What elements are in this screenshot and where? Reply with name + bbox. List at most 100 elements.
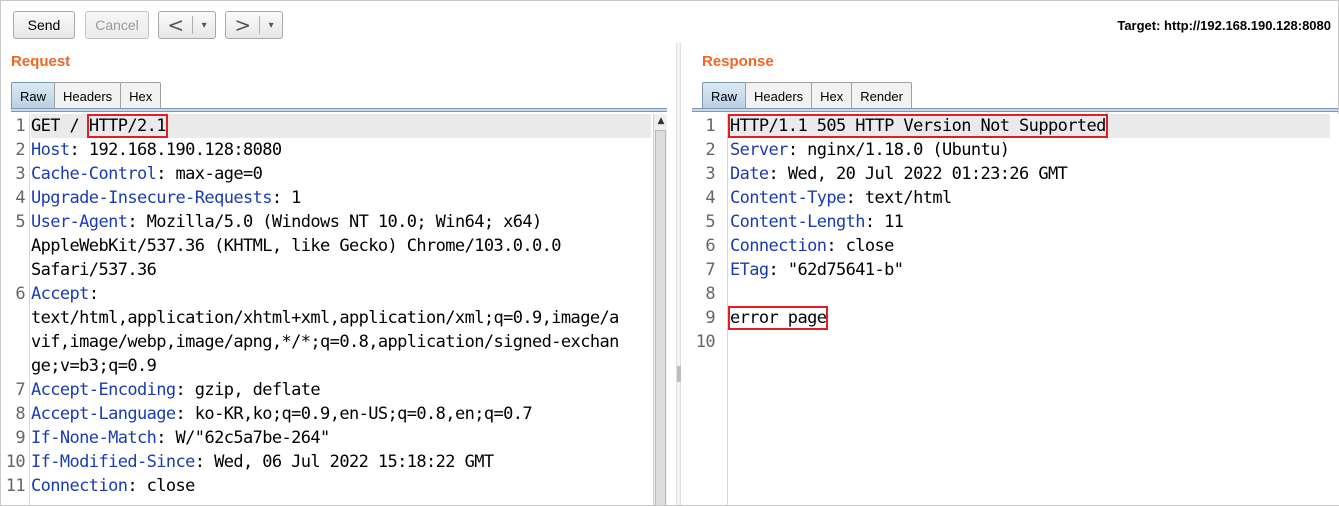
request-scrollbar[interactable]: ▲: [653, 114, 667, 505]
gutter-border: [727, 114, 728, 505]
divider-grip[interactable]: [677, 366, 681, 382]
line-number: 1: [15, 116, 25, 136]
code-line: Accept-Language: ko-KR,ko;q=0.9,en-US;q=…: [31, 402, 651, 426]
highlighted-annotation: error page: [727, 306, 829, 330]
request-raw-text[interactable]: GET / HTTP/2.1 Host: 192.168.190.128:8080…: [31, 114, 651, 498]
line-number: [1, 330, 25, 354]
code-text: text/html,application/xhtml+xml,applicat…: [31, 308, 619, 328]
code-line: AppleWebKit/537.36 (KHTML, like Gecko) C…: [31, 234, 651, 258]
code-line: error page: [727, 306, 1330, 330]
code-text: : 192.168.190.128:8080: [69, 140, 283, 160]
tab-render[interactable]: Render: [851, 82, 912, 109]
tab-headers[interactable]: Headers: [54, 82, 122, 109]
header-name: If-None-Match: [31, 428, 157, 448]
tab-underline: [11, 108, 667, 112]
toolbar: Send Cancel < ▾ > ▾ Target: http://192.1…: [1, 1, 1339, 47]
dropdown-arrow-icon[interactable]: ▾: [193, 20, 215, 31]
chevron-right-icon: >: [234, 13, 252, 37]
highlighted-annotation: HTTP/2.1: [86, 114, 168, 138]
split-divider[interactable]: [676, 43, 681, 505]
code-line: Upgrade-Insecure-Requests: 1: [31, 186, 651, 210]
code-text: AppleWebKit/537.36 (KHTML, like Gecko) C…: [31, 236, 562, 256]
code-line: Accept:: [31, 282, 651, 306]
header-name: Connection: [730, 236, 827, 256]
code-line: If-None-Match: W/"62c5a7be-264": [31, 426, 651, 450]
line-numbers: 1 2 3 4 5 6 7 8 9 10: [691, 114, 716, 354]
header-name: Accept-Language: [31, 404, 176, 424]
target-url: Target: http://192.168.190.128:8080: [1117, 18, 1331, 33]
request-editor[interactable]: 1 2 3 4 5 6 7 8 9 10 11 GET / HTTP/2.1 Host: 192.16…: [1, 114, 653, 505]
code-text: GET /: [31, 116, 89, 136]
header-name: Accept-Encoding: [31, 380, 176, 400]
code-text: : ko-KR,ko;q=0.9,en-US;q=0.8,en;q=0.7: [175, 404, 533, 424]
header-name: Connection: [31, 476, 128, 496]
code-line: ETag: "62d75641-b": [730, 258, 1330, 282]
code-text: : Wed, 20 Jul 2022 01:23:26 GMT: [768, 164, 1068, 184]
code-line: text/html,application/xhtml+xml,applicat…: [31, 306, 651, 330]
header-name: Content-Length: [730, 212, 865, 232]
line-number: 9: [15, 428, 25, 448]
response-tabs: Raw Headers Hex Render: [702, 82, 912, 109]
line-number: 5: [15, 212, 25, 232]
code-line: ge;v=b3;q=0.9: [31, 354, 651, 378]
scroll-up-arrow-icon[interactable]: ▲: [654, 114, 668, 128]
scroll-thumb[interactable]: [655, 130, 666, 505]
code-line: Cache-Control: max-age=0: [31, 162, 651, 186]
gutter-border: [29, 114, 30, 505]
code-line: Connection: close: [730, 234, 1330, 258]
line-number: [1, 354, 25, 378]
code-text: : close: [826, 236, 894, 256]
line-number: 2: [15, 140, 25, 160]
code-line: Connection: close: [31, 474, 651, 498]
header-name: Server: [730, 140, 788, 160]
code-line: Date: Wed, 20 Jul 2022 01:23:26 GMT: [730, 162, 1330, 186]
code-text: vif,image/webp,image/apng,*/*;q=0.8,appl…: [31, 332, 619, 352]
cancel-button[interactable]: Cancel: [85, 11, 149, 39]
tab-raw[interactable]: Raw: [11, 82, 56, 109]
header-name: Host: [31, 140, 70, 160]
code-text: : max-age=0: [156, 164, 263, 184]
tab-hex[interactable]: Hex: [120, 82, 162, 109]
request-tabs: Raw Headers Hex: [11, 82, 162, 109]
tab-headers[interactable]: Headers: [745, 82, 813, 109]
dropdown-arrow-icon[interactable]: ▾: [260, 20, 282, 31]
send-button[interactable]: Send: [13, 11, 75, 39]
code-line: GET / HTTP/2.1: [31, 114, 651, 138]
line-number: 8: [705, 284, 715, 304]
header-name: Upgrade-Insecure-Requests: [31, 188, 272, 208]
line-number: 4: [705, 188, 715, 208]
header-name: If-Modified-Since: [31, 452, 195, 472]
line-number: 1: [705, 116, 715, 136]
tab-underline: [692, 108, 1338, 112]
line-number: 9: [705, 308, 715, 328]
forward-button[interactable]: > ▾: [225, 11, 283, 39]
header-name: Date: [730, 164, 769, 184]
line-number: 6: [705, 236, 715, 256]
code-line: HTTP/1.1 505 HTTP Version Not Supported: [728, 114, 1330, 138]
code-line: If-Modified-Since: Wed, 06 Jul 2022 15:1…: [31, 450, 651, 474]
code-text: : text/html: [845, 188, 953, 208]
code-text: : Mozilla/5.0 (Windows NT 10.0; Win64; x…: [127, 212, 542, 232]
response-raw-text[interactable]: HTTP/1.1 505 HTTP Version Not Supported S…: [727, 114, 1330, 354]
response-editor[interactable]: 1 2 3 4 5 6 7 8 9 10 HTTP/1.1 505 HTTP Version No…: [691, 114, 1339, 505]
code-line: User-Agent: Mozilla/5.0 (Windows NT 10.0…: [31, 210, 651, 234]
line-number: 8: [15, 404, 25, 424]
request-title: Request: [11, 53, 71, 70]
code-line: Content-Type: text/html: [730, 186, 1330, 210]
code-line: Accept-Encoding: gzip, deflate: [31, 378, 651, 402]
back-button[interactable]: < ▾: [158, 11, 216, 39]
header-name: Cache-Control: [31, 164, 157, 184]
code-line: Content-Length: 11: [730, 210, 1330, 234]
tab-raw[interactable]: Raw: [702, 82, 747, 109]
code-text: : gzip, deflate: [175, 380, 321, 400]
line-number: 3: [15, 164, 25, 184]
code-text: :: [88, 284, 99, 304]
code-line: vif,image/webp,image/apng,*/*;q=0.8,appl…: [31, 330, 651, 354]
header-name: Accept: [31, 284, 89, 304]
tab-hex[interactable]: Hex: [811, 82, 853, 109]
line-number: [1, 306, 25, 330]
code-line: Safari/537.36: [31, 258, 651, 282]
line-number: 10: [695, 332, 716, 352]
code-text: : "62d75641-b": [768, 260, 904, 280]
